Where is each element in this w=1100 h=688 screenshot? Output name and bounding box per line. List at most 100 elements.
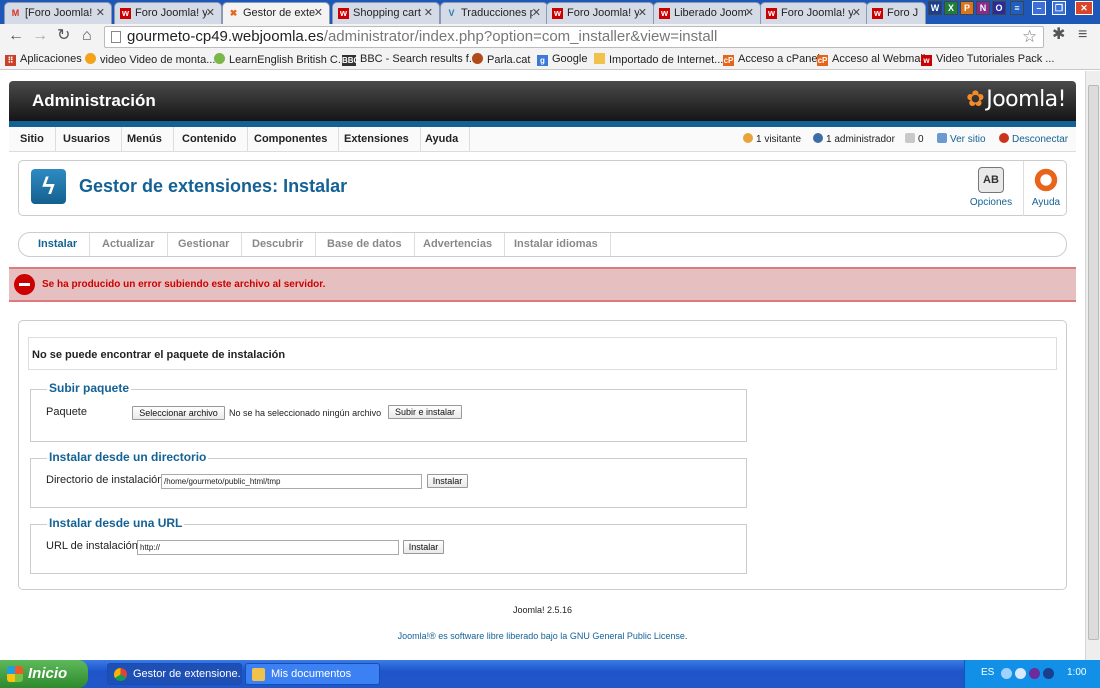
directory-install-button[interactable]: Instalar [427,474,468,488]
options-button[interactable]: AB Opciones [966,167,1016,208]
url-input[interactable]: http:// [137,540,399,555]
language-indicator[interactable]: ES [981,667,994,678]
bookmark-item[interactable]: g Google [537,53,587,66]
scrollbar-thumb[interactable] [1088,85,1099,640]
restore-window-icon[interactable]: ❐ [1052,1,1066,15]
lifebuoy-icon [1033,167,1059,193]
windows-flag-icon [7,666,23,682]
gpl-link[interactable]: GNU General Public License [570,631,685,641]
bookmark-item[interactable]: cP Acceso a cPanel [723,53,820,66]
tab-advertencias[interactable]: Advertencias [411,233,506,256]
menu-item-componentes[interactable]: Componentes [243,127,340,152]
cpanel-icon: cP [723,55,734,66]
tab-gestionar[interactable]: Gestionar [166,233,243,256]
help-button[interactable]: Ayuda [1029,167,1063,208]
taskbar-task-documents[interactable]: Mis documentos [245,663,380,685]
error-message: Se ha producido un error subiendo este a… [9,267,1076,302]
taskbar-clock: 1:00 [1067,667,1087,678]
excel-icon[interactable]: X [944,1,958,15]
bluetooth-icon[interactable] [1043,668,1054,679]
reload-icon[interactable]: ↻ [57,28,70,44]
footer-license: Joomla!® es software libre liberado bajo… [397,631,688,641]
home-icon[interactable]: ⌂ [82,28,92,44]
url-install-button[interactable]: Instalar [403,540,444,554]
start-button[interactable]: Inicio [0,660,88,688]
browser-tab[interactable]: w Foro Joomla! y ✕ [546,2,654,24]
bookmark-item[interactable]: w Video Tutoriales Pack ... [921,53,1054,66]
messages-status[interactable]: 0 [905,133,924,145]
word-icon[interactable]: W [928,1,942,15]
bookmark-item[interactable]: cP Acceso al Webmail [817,53,925,66]
error-text: Se ha producido un error subiendo este a… [42,279,326,290]
network-icon[interactable] [1015,668,1026,679]
close-tab-icon[interactable]: ✕ [424,6,433,19]
view-site-link[interactable]: Ver sitio [937,133,986,145]
browser-tab[interactable]: w Liberado Jooml ✕ [653,2,761,24]
tab-instalar[interactable]: Instalar [26,233,91,256]
visitors-status: 1 visitante [743,133,801,145]
system-tray: ES 1:00 [964,660,1100,688]
menu-item-sitio[interactable]: Sitio [9,127,56,152]
bookmark-item[interactable]: LearnEnglish British C... [214,53,347,66]
forward-arrow-icon[interactable]: → [32,28,48,44]
page-icon [111,31,121,43]
page-scrollbar[interactable] [1085,71,1100,660]
minimize-window-icon[interactable]: – [1032,1,1046,15]
menu-item-ayuda[interactable]: Ayuda [414,127,471,152]
address-bar[interactable]: gourmeto-cp49.webjoomla.es/administrator… [104,26,1044,48]
joomla-forum-icon: w [120,8,131,19]
options-icon: AB [978,167,1004,193]
browser-tab[interactable]: M [Foro Joomla! ✕ [4,2,112,24]
onenote-icon[interactable]: N [976,1,990,15]
browser-tab[interactable]: V Traducciones p ✕ [440,2,548,24]
bookmark-item[interactable]: Parla.cat [472,53,530,66]
browser-tab[interactable]: w Foro Joomla! y ✕ [114,2,222,24]
close-tab-icon[interactable]: ✕ [638,6,647,19]
outlook-icon[interactable]: O [992,1,1006,15]
close-tab-icon[interactable]: ✕ [745,6,754,19]
tray-arrow-icon[interactable] [1001,668,1012,679]
directory-legend: Instalar desde un directorio [47,450,209,464]
close-window-icon[interactable]: ✕ [1075,1,1093,15]
menu-item-usuarios[interactable]: Usuarios [52,127,123,152]
bookmark-item[interactable]: Importado de Internet... [594,53,723,66]
close-tab-icon[interactable]: ✕ [206,6,215,19]
close-tab-icon[interactable]: ✕ [96,6,105,19]
tab-base-de-datos[interactable]: Base de datos [315,233,415,256]
upload-legend: Subir paquete [47,381,132,395]
vm-icon: V [448,8,455,18]
upload-install-button[interactable]: Subir e instalar [388,405,462,419]
directory-input[interactable]: /home/gourmeto/public_html/tmp [161,474,422,489]
browser-tab[interactable]: w Shopping cart ✕ [332,2,440,24]
upload-package-fieldset: Subir paquete Paquete Seleccionar archiv… [30,381,747,442]
tray-app-icon[interactable] [1029,668,1040,679]
admin-header: Administración ✿Joomla! [9,81,1076,121]
choose-file-button[interactable]: Seleccionar archivo [132,406,225,420]
close-tab-icon[interactable]: ✕ [532,6,541,19]
user-icon [743,133,753,143]
powerpoint-icon[interactable]: P [960,1,974,15]
menu-icon[interactable]: ≡ [1078,27,1087,43]
back-arrow-icon[interactable]: ← [8,28,24,44]
close-tab-icon[interactable]: ✕ [852,6,861,19]
taskbar-task-chrome[interactable]: Gestor de extensione... [107,663,242,685]
logout-link[interactable]: Desconectar [999,133,1068,145]
tab-instalar-idiomas[interactable]: Instalar idiomas [502,233,611,256]
bookmark-item[interactable]: ⠿ Aplicaciones [5,53,82,66]
extension-bug-icon[interactable]: ✱ [1052,27,1065,43]
browser-tab[interactable]: w Foro Joomla! y ✕ [760,2,868,24]
browser-tab[interactable]: w Foro J [866,2,926,24]
footer-license-prefix: Joomla!® es software libre liberado bajo… [397,631,568,641]
menu-item-contenido[interactable]: Contenido [171,127,249,152]
menu-item-menus[interactable]: Menús [116,127,174,152]
tab-descubrir[interactable]: Descubrir [240,233,317,256]
close-tab-icon[interactable]: ✕ [314,6,323,19]
app-icon[interactable]: ≡ [1010,1,1024,15]
tab-actualizar[interactable]: Actualizar [90,233,168,256]
bookmark-star-icon[interactable]: ☆ [1022,27,1037,47]
bookmark-item[interactable]: BBCBBC - Search results f... [342,53,478,66]
url-legend: Instalar desde una URL [47,516,185,530]
browser-tab-active[interactable]: ✖ Gestor de exte ✕ [222,2,330,24]
bookmark-item[interactable]: video Video de monta... [85,53,215,66]
menu-item-extensiones[interactable]: Extensiones [333,127,421,152]
